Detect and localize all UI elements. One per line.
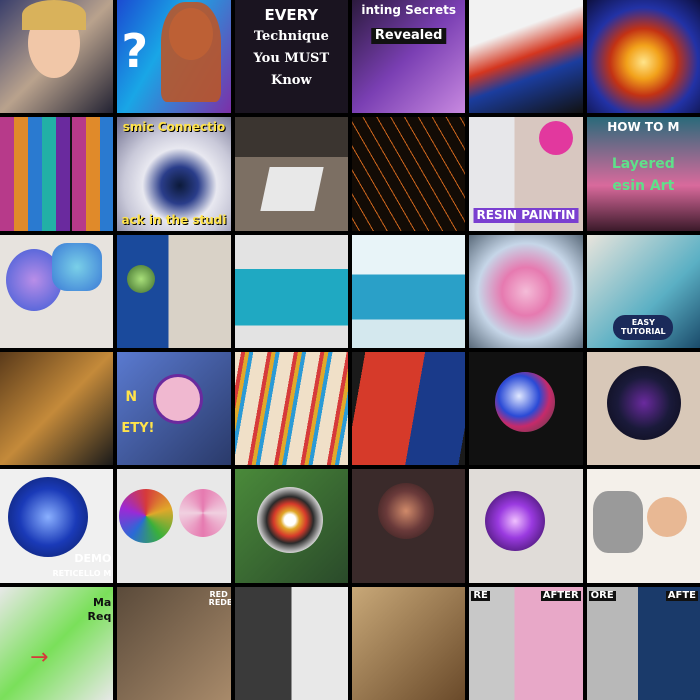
thumb-resin-painting[interactable]: RESIN PAINTIN <box>469 117 583 231</box>
thumb-orange-lines[interactable] <box>352 117 466 231</box>
caption-line: HOW TO M <box>607 120 680 135</box>
marble-shape <box>485 491 546 552</box>
caption-line: RETICELLO M <box>52 569 112 579</box>
caption-line: ETY! <box>121 421 155 436</box>
caption-line: inting Secrets <box>361 3 456 17</box>
thumb-resin-blocks[interactable] <box>352 352 466 466</box>
gem-shape <box>127 264 156 293</box>
caption-line: DEMO <box>74 552 112 566</box>
caption-line: RED REDE <box>208 589 231 608</box>
caption-badge: EASY TUTORIAL <box>613 315 674 340</box>
thumb-safety-mask[interactable]: N ETY! <box>117 352 231 466</box>
thumb-galaxy-marble[interactable] <box>586 352 700 466</box>
caption-line: Technique <box>253 29 329 44</box>
thumb-question-woman[interactable]: ? <box>117 0 231 114</box>
hair-shape <box>539 121 574 156</box>
caption-line: Know <box>271 73 312 88</box>
canvas-shape <box>259 167 324 212</box>
thumb-cosmic-connection[interactable]: smic Connectio ack in the studi <box>117 117 231 231</box>
caption-line: You MUST <box>253 51 330 66</box>
caption-line: N <box>125 389 138 405</box>
thumb-resin-flower[interactable] <box>469 234 583 348</box>
caption-line: Req <box>87 609 112 623</box>
thumb-resin-triangle[interactable] <box>117 234 231 348</box>
caption-line: esin Art <box>612 178 675 195</box>
question-icon: ? <box>121 24 149 78</box>
thumb-clay-sculpture[interactable] <box>586 469 700 583</box>
marble-shape <box>119 489 174 544</box>
caption-line: AFTER <box>540 589 581 602</box>
thumb-before-after-creature[interactable]: ORE AFTE <box>586 586 700 700</box>
marble-shape <box>378 483 434 540</box>
caption-line: Revealed <box>370 28 447 44</box>
sculpture-shape <box>592 491 643 554</box>
thumb-resin-cells[interactable] <box>586 0 700 114</box>
thumb-resin-bowl[interactable] <box>234 234 348 348</box>
thumb-clay-creature[interactable] <box>352 586 466 700</box>
arrow-shape: → <box>30 644 49 670</box>
thumb-before-after-bust[interactable]: RE AFTER <box>469 586 583 700</box>
mask-shape <box>153 374 204 424</box>
thumb-reticello-marble[interactable]: DEMO RETICELLO M <box>0 469 114 583</box>
thumb-hand-marble[interactable] <box>352 469 466 583</box>
thumb-bust-redesign[interactable]: RED REDE <box>117 586 231 700</box>
thumb-resin-moons[interactable] <box>0 234 114 348</box>
thumb-swirl-marble[interactable] <box>234 469 348 583</box>
caption-line: Layered <box>611 156 675 173</box>
caption-line: RESIN PAINTIN <box>473 208 579 223</box>
caption-line: Ma <box>92 595 112 609</box>
thumbnail-grid: ? EVERY Technique You MUST Know inting S… <box>0 0 700 700</box>
hair-shape <box>161 2 222 102</box>
marble-shape <box>495 372 556 432</box>
thumb-purple-orb[interactable] <box>469 469 583 583</box>
caption-line: EVERY <box>264 6 319 24</box>
face-shape <box>646 497 687 538</box>
thumb-face-woman[interactable] <box>0 0 114 114</box>
thumb-resin-swirl[interactable] <box>469 0 583 114</box>
thumb-portrait-request[interactable]: → Ma Req <box>0 586 114 700</box>
thumb-figure-sculpt[interactable] <box>234 586 348 700</box>
marble-shape <box>179 489 228 538</box>
thumb-rainbow-pen[interactable] <box>234 352 348 466</box>
thumb-phone-cases[interactable] <box>0 117 114 231</box>
thumb-studio-floor[interactable] <box>234 117 348 231</box>
thumb-every-technique[interactable]: EVERY Technique You MUST Know <box>234 0 348 114</box>
caption-line: RE <box>471 589 490 602</box>
caption-line: AFTE <box>665 589 698 602</box>
thumb-painting-secrets[interactable]: inting Secrets Revealed <box>352 0 466 114</box>
marble-shape <box>606 366 681 440</box>
thumb-layered-resin[interactable]: HOW TO M Layered esin Art <box>586 117 700 231</box>
thumb-epoxy-table[interactable] <box>0 352 114 466</box>
star-shape <box>52 242 102 291</box>
thumb-twin-marbles[interactable] <box>117 469 231 583</box>
caption-line: ack in the studi <box>121 213 227 228</box>
thumb-easy-tutorial[interactable]: EASY TUTORIAL <box>586 234 700 348</box>
marble-shape <box>8 477 88 558</box>
hair-shape <box>22 0 86 30</box>
thumb-resin-splash[interactable] <box>352 234 466 348</box>
marble-shape <box>256 487 323 554</box>
caption-line: ORE <box>588 589 616 602</box>
caption-line: smic Connectio <box>122 120 226 135</box>
thumb-glass-marble[interactable] <box>469 352 583 466</box>
